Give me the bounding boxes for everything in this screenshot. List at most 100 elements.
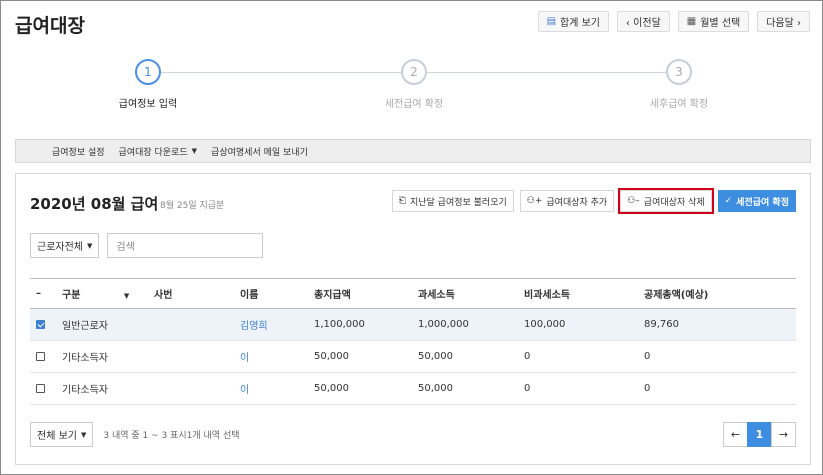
col-emp-no: 사번 bbox=[154, 290, 173, 301]
cell-type: 일반근로자 bbox=[62, 321, 108, 332]
add-target-label: 급여대상자 추가 bbox=[546, 197, 608, 208]
top-actions: ▤ 합계 보기 ‹ 이전달 ▦ 월별 선택 다음달 › bbox=[537, 11, 810, 32]
next-month-button[interactable]: 다음달 › bbox=[757, 11, 810, 32]
cell-deduction: 89,760 bbox=[644, 319, 679, 330]
search-input[interactable]: 검색 bbox=[107, 233, 264, 258]
col-nontaxable: 비과세소득 bbox=[524, 290, 570, 301]
check-icon: ✓ bbox=[724, 196, 733, 206]
cell-nontaxable: 100,000 bbox=[524, 319, 566, 330]
prev-month-button[interactable]: ‹ 이전달 bbox=[617, 11, 670, 32]
menu-payroll-download[interactable]: 급여대장 다운로드 ▼ bbox=[119, 145, 198, 158]
cell-type: 기타소득자 bbox=[62, 353, 108, 364]
confirm-pretax-label: 세전급여 확정 bbox=[736, 197, 789, 208]
menu-payroll-settings[interactable]: 급여정보 설정 bbox=[52, 145, 105, 158]
prev-month-label: ‹ 이전달 bbox=[626, 18, 661, 29]
payroll-title: 2020년 08월 급여 bbox=[30, 195, 159, 213]
payroll-card: 2020년 08월 급여 8월 25일 지급분 ⎗ 지난달 급여정보 불러오기 … bbox=[15, 173, 811, 465]
cell-deduction: 0 bbox=[644, 383, 651, 394]
menu-bar: 급여정보 설정 급여대장 다운로드 ▼ 급상여명세서 메일 보내기 bbox=[15, 139, 811, 163]
cell-emp-no bbox=[154, 373, 240, 405]
pagination-info: 3 내역 중 1 ~ 3 표시1개 내역 선택 bbox=[103, 431, 240, 441]
menu-payroll-settings-label: 급여정보 설정 bbox=[52, 147, 105, 158]
add-target-button[interactable]: ⚇+ 급여대상자 추가 bbox=[519, 190, 615, 212]
col-taxable: 과세소득 bbox=[418, 290, 455, 301]
load-prev-month-button[interactable]: ⎗ 지난달 급여정보 불러오기 bbox=[391, 190, 514, 212]
app-window: 급여대장 ▤ 합계 보기 ‹ 이전달 ▦ 월별 선택 다음달 › 1 급여정보 … bbox=[0, 0, 823, 475]
table-row[interactable]: 기타소득자 이 50,000 50,000 0 0 bbox=[30, 373, 796, 405]
next-page-button[interactable]: → bbox=[771, 422, 796, 447]
cell-taxable: 50,000 bbox=[418, 351, 453, 362]
step-2: 2 세전급여 확정 bbox=[334, 59, 494, 110]
cell-type: 기타소득자 bbox=[62, 385, 108, 396]
cell-emp-no bbox=[154, 341, 240, 373]
sum-view-button[interactable]: ▤ 합계 보기 bbox=[537, 11, 609, 32]
prev-page-button[interactable]: ← bbox=[723, 422, 748, 447]
step-3-circle: 3 bbox=[666, 59, 692, 85]
page-title: 급여대장 bbox=[15, 15, 85, 37]
step-1-circle: 1 bbox=[135, 59, 161, 85]
caret-down-icon: ▼ bbox=[191, 147, 198, 155]
worker-filter-select[interactable]: 근로자전체 ▼ bbox=[30, 233, 100, 258]
col-select-all[interactable]: – bbox=[30, 279, 62, 309]
next-month-label: 다음달 › bbox=[766, 18, 801, 29]
filter-bar: 근로자전체 ▼ 검색 bbox=[30, 233, 264, 258]
col-type-label: 구분 bbox=[62, 290, 81, 301]
table-row[interactable]: 일반근로자 김영희 1,100,000 1,000,000 100,000 89… bbox=[30, 308, 796, 341]
row-checkbox[interactable] bbox=[36, 351, 45, 361]
delete-target-button[interactable]: ⚇– 급여대상자 삭제 bbox=[618, 188, 714, 214]
sum-icon: ▤ bbox=[546, 16, 557, 27]
table-row[interactable]: 기타소득자 이 50,000 50,000 0 0 bbox=[30, 341, 796, 373]
payroll-table: – 구분 ▼ 사번 이름 총지급액 과세소득 비과세소득 공제총액(예상) 일반… bbox=[30, 278, 796, 405]
month-select-button[interactable]: ▦ 월별 선택 bbox=[677, 11, 750, 32]
menu-send-payslip-mail-label: 급상여명세서 메일 보내기 bbox=[211, 147, 308, 158]
step-3: 3 세후급여 확정 bbox=[599, 59, 759, 110]
cell-taxable: 1,000,000 bbox=[418, 319, 469, 330]
cell-name-link[interactable]: 이 bbox=[240, 341, 314, 373]
stepper: 1 급여정보 입력 2 세전급여 확정 3 세후급여 확정 bbox=[1, 59, 822, 119]
col-deduction: 공제총액(예상) bbox=[644, 290, 709, 301]
view-count-select[interactable]: 전체 보기 ▼ bbox=[30, 422, 94, 447]
page-1-button[interactable]: 1 bbox=[747, 422, 772, 447]
user-remove-icon: ⚇– bbox=[627, 196, 640, 206]
caret-down-icon: ▼ bbox=[123, 292, 130, 300]
menu-send-payslip-mail[interactable]: 급상여명세서 메일 보내기 bbox=[211, 145, 308, 158]
card-actions: ⎗ 지난달 급여정보 불러오기 ⚇+ 급여대상자 추가 ⚇– 급여대상자 삭제 … bbox=[391, 188, 796, 214]
step-2-label: 세전급여 확정 bbox=[384, 99, 444, 110]
step-1: 1 급여정보 입력 bbox=[68, 59, 228, 110]
pagination: ← 1 → bbox=[723, 422, 796, 447]
menu-payroll-download-label: 급여대장 다운로드 bbox=[118, 147, 188, 158]
worker-filter-label: 근로자전체 bbox=[37, 242, 83, 253]
step-3-label: 세후급여 확정 bbox=[649, 99, 709, 110]
step-2-circle: 2 bbox=[401, 59, 427, 85]
cell-name-link[interactable]: 김영희 bbox=[240, 309, 314, 341]
cell-name-link[interactable]: 이 bbox=[240, 373, 314, 405]
cell-total: 1,100,000 bbox=[314, 319, 365, 330]
cell-total: 50,000 bbox=[314, 351, 349, 362]
search-placeholder: 검색 bbox=[116, 242, 135, 253]
table-footer: 전체 보기 ▼ 3 내역 중 1 ~ 3 표시1개 내역 선택 bbox=[30, 422, 240, 447]
col-type[interactable]: 구분 ▼ bbox=[62, 279, 154, 309]
row-checkbox[interactable] bbox=[36, 319, 45, 329]
cell-emp-no bbox=[154, 309, 240, 341]
calendar-icon: ▦ bbox=[686, 16, 697, 27]
payroll-subtitle: 8월 25일 지급분 bbox=[160, 201, 225, 211]
view-count-label: 전체 보기 bbox=[37, 431, 77, 442]
caret-down-icon: ▼ bbox=[80, 430, 87, 439]
delete-target-label: 급여대상자 삭제 bbox=[643, 197, 705, 208]
caret-down-icon: ▼ bbox=[87, 241, 93, 250]
cell-taxable: 50,000 bbox=[418, 383, 453, 394]
cell-nontaxable: 0 bbox=[524, 351, 531, 362]
import-icon: ⎗ bbox=[398, 196, 406, 206]
step-1-label: 급여정보 입력 bbox=[118, 99, 178, 110]
confirm-pretax-button[interactable]: ✓ 세전급여 확정 bbox=[717, 190, 796, 212]
user-add-icon: ⚇+ bbox=[526, 196, 543, 206]
table-header-row: – 구분 ▼ 사번 이름 총지급액 과세소득 비과세소득 공제총액(예상) bbox=[30, 278, 796, 309]
load-prev-month-label: 지난달 급여정보 불러오기 bbox=[409, 197, 507, 208]
cell-total: 50,000 bbox=[314, 383, 349, 394]
col-name: 이름 bbox=[240, 290, 259, 301]
cell-deduction: 0 bbox=[644, 351, 651, 362]
sum-view-label: 합계 보기 bbox=[560, 18, 600, 29]
row-checkbox[interactable] bbox=[36, 383, 45, 393]
month-select-label: 월별 선택 bbox=[700, 18, 741, 29]
cell-nontaxable: 0 bbox=[524, 383, 531, 394]
